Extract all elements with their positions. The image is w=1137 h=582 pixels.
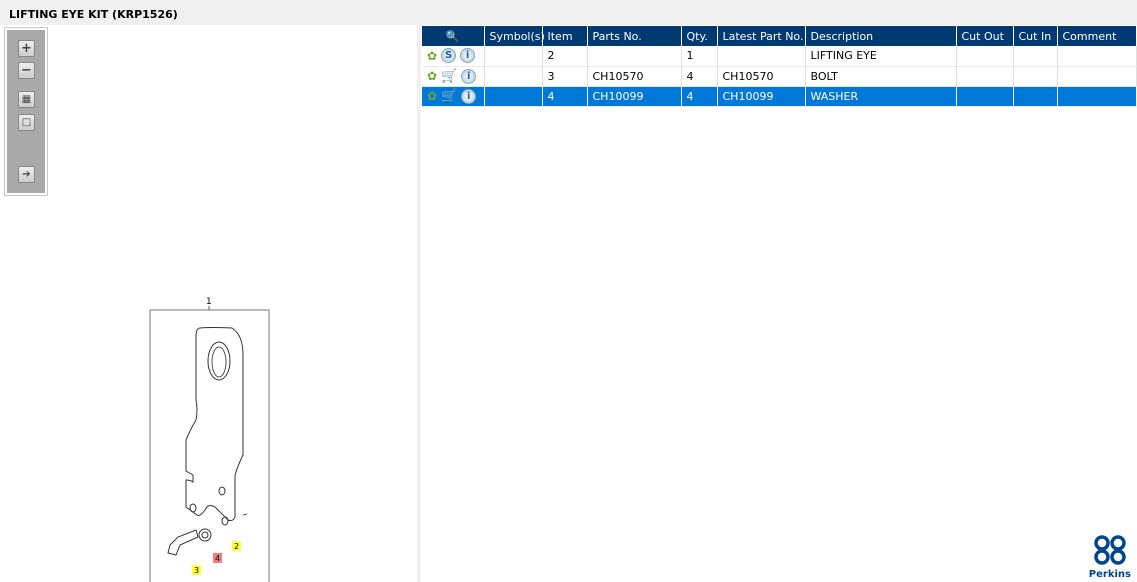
table-row[interactable]: ✿ Si 2 1 LIFTING EYE bbox=[422, 46, 1137, 67]
drawing-pane[interactable]: + − ▦ □ ➔ 1 2 3 4 bbox=[0, 25, 417, 582]
window-title: LIFTING EYE KIT (KRP1526) bbox=[9, 8, 178, 21]
item-cell: 3 bbox=[542, 66, 588, 87]
gear-icon[interactable]: ✿ bbox=[427, 69, 437, 83]
logo-text: Perkins bbox=[1088, 569, 1131, 580]
parts-no-cell: CH10570 bbox=[587, 66, 682, 87]
callout-1: 1 bbox=[206, 297, 212, 307]
perkins-logo-mark bbox=[1094, 535, 1126, 565]
item-cell: 4 bbox=[542, 86, 588, 107]
description-cell: LIFTING EYE bbox=[805, 46, 957, 67]
info-icon[interactable]: i bbox=[461, 68, 477, 84]
column-header[interactable]: Description bbox=[805, 26, 957, 46]
cart-icon[interactable]: 🛒 bbox=[441, 69, 457, 84]
service-icon[interactable]: S bbox=[441, 48, 457, 64]
description-cell: BOLT bbox=[805, 66, 957, 87]
qty-cell: 4 bbox=[681, 86, 718, 107]
qty-cell: 4 bbox=[681, 66, 718, 87]
description-cell: WASHER bbox=[805, 86, 957, 107]
latest-part-cell: CH10099 bbox=[717, 86, 806, 107]
column-header[interactable]: Comment bbox=[1057, 26, 1137, 46]
parts-no-cell bbox=[587, 46, 682, 67]
cart-icon[interactable]: 🛒 bbox=[441, 89, 457, 104]
column-header[interactable]: Qty. bbox=[681, 26, 718, 46]
gear-icon[interactable]: ✿ bbox=[427, 49, 437, 63]
info-icon[interactable]: i bbox=[460, 48, 476, 64]
latest-part-cell: CH10570 bbox=[717, 66, 806, 87]
parts-list-pane: 🔍 Symbol(s) Item Parts No. Qty. Latest P… bbox=[421, 25, 1137, 582]
parts-drawing: 1 2 3 4 bbox=[149, 297, 270, 582]
search-column-header[interactable]: 🔍 bbox=[422, 26, 485, 46]
column-header[interactable]: Item bbox=[542, 26, 588, 46]
info-icon[interactable]: i bbox=[461, 88, 477, 104]
search-icon: 🔍 bbox=[445, 29, 460, 43]
callout-4: 4 bbox=[215, 554, 220, 563]
callout-2: 2 bbox=[234, 542, 239, 551]
parts-no-cell: CH10099 bbox=[587, 86, 682, 107]
column-header[interactable]: Latest Part No. bbox=[717, 26, 806, 46]
latest-part-cell bbox=[717, 46, 806, 67]
column-header[interactable]: Symbol(s) bbox=[484, 26, 545, 46]
callout-3: 3 bbox=[194, 566, 199, 575]
table-header: 🔍 Symbol(s) Item Parts No. Qty. Latest P… bbox=[422, 26, 1137, 46]
table-row[interactable]: ✿ 🛒 i 3 CH10570 4 CH10570 BOLT bbox=[422, 66, 1137, 87]
item-cell: 2 bbox=[542, 46, 588, 67]
qty-cell: 1 bbox=[681, 46, 718, 67]
parts-table: 🔍 Symbol(s) Item Parts No. Qty. Latest P… bbox=[422, 26, 1137, 107]
column-header[interactable]: Cut In bbox=[1013, 26, 1058, 46]
column-header[interactable]: Parts No. bbox=[587, 26, 682, 46]
gear-icon[interactable]: ✿ bbox=[427, 89, 437, 103]
perkins-logo: Perkins bbox=[1089, 534, 1131, 580]
table-row-selected[interactable]: ✿ 🛒 i 4 CH10099 4 CH10099 WASHER bbox=[422, 86, 1137, 107]
column-header[interactable]: Cut Out bbox=[956, 26, 1014, 46]
